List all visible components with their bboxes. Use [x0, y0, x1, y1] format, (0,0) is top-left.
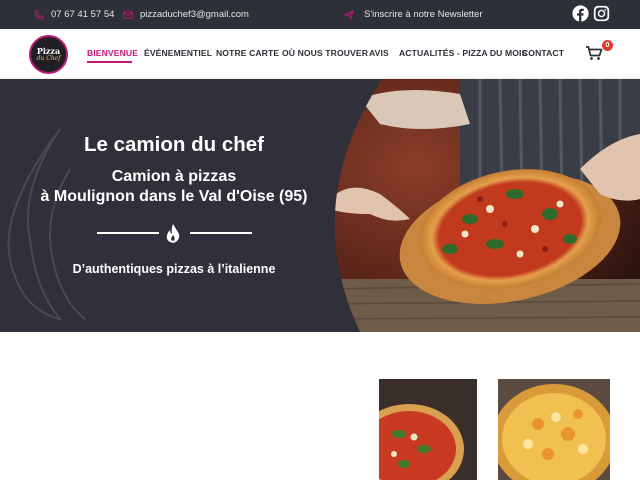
paper-plane-icon [343, 9, 355, 21]
email-address: pizzaduchef3@gmail.com [140, 9, 249, 20]
flame-icon [166, 224, 180, 243]
top-contact-bar: 07 67 41 57 54 pizzaduchef3@gmail.com S'… [0, 0, 640, 29]
envelope-icon [122, 9, 134, 21]
hero-subtitle-line1: Camion à pizzas [111, 168, 237, 185]
pizza-thumbnail-1[interactable] [379, 379, 477, 480]
phone-icon [33, 9, 45, 21]
nav-item-contact[interactable]: CONTACT [522, 48, 564, 58]
hero-subtitle-line2: à Moulignon dans le Val d'Oise (95) [40, 188, 308, 205]
divider-right [190, 232, 252, 234]
shopping-cart-icon[interactable] [585, 45, 603, 61]
logo-text-pizza: Pizza [36, 46, 61, 56]
phone-contact[interactable]: 07 67 41 57 54 [33, 0, 114, 29]
logo-text-duchef: du Chef [36, 55, 61, 62]
nav-item-avis[interactable]: AVIS [369, 48, 389, 58]
facebook-icon[interactable] [572, 5, 589, 22]
hero-tagline: D’authentiques pizzas à l’italienne [72, 262, 276, 276]
hero-title: Le camion du chef [84, 133, 264, 156]
divider-left [97, 232, 159, 234]
cart-count-badge: 0 [602, 40, 613, 51]
nav-item-notre-carte[interactable]: NOTRE CARTE [216, 48, 279, 58]
nav-item-bienvenue[interactable]: BIENVENUE [87, 48, 138, 58]
email-contact[interactable]: pizzaduchef3@gmail.com [122, 0, 249, 29]
nav-item-ou-nous-trouver[interactable]: OÙ NOUS TROUVER [282, 48, 368, 58]
nav-item-actualites[interactable]: ACTUALITÉS - PIZZA DU MOIS [399, 48, 527, 58]
newsletter-link[interactable]: S'inscrire à notre Newsletter [343, 0, 483, 29]
instagram-icon[interactable] [593, 5, 610, 22]
pizza-thumbnail-2[interactable] [498, 379, 610, 480]
nav-item-evenementiel[interactable]: ÉVÉNEMENTIEL [144, 48, 212, 58]
newsletter-label: S'inscrire à notre Newsletter [364, 9, 483, 20]
site-logo[interactable]: Pizza du Chef [29, 35, 68, 74]
hero-pizza-photo [320, 79, 640, 332]
phone-number: 07 67 41 57 54 [51, 9, 115, 20]
active-nav-underline [87, 61, 132, 63]
